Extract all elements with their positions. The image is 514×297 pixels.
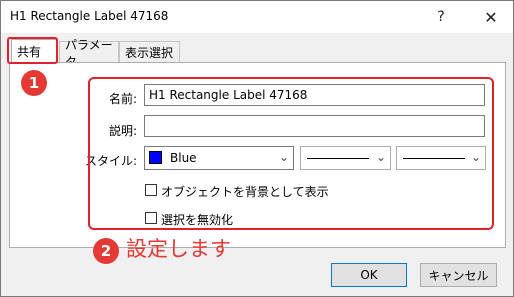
tab-visualization[interactable]: 表示選択 [119,41,180,63]
close-icon[interactable]: ✕ [479,5,503,29]
help-icon[interactable]: ? [429,5,453,29]
cancel-button[interactable]: キャンセル [420,263,497,287]
title-bar: H1 Rectangle Label 47168 ? ✕ [1,1,513,33]
tab-parameters[interactable]: パラメータ [59,38,119,69]
tab-highlight-box [7,37,58,64]
step-2-caption: 設定します [126,237,231,261]
step-2-badge: 2 [93,238,119,264]
ok-button[interactable]: OK [331,263,407,287]
settings-highlight-box [88,77,494,230]
step-1-badge: 1 [21,70,47,96]
window-title: H1 Rectangle Label 47168 [10,9,169,23]
